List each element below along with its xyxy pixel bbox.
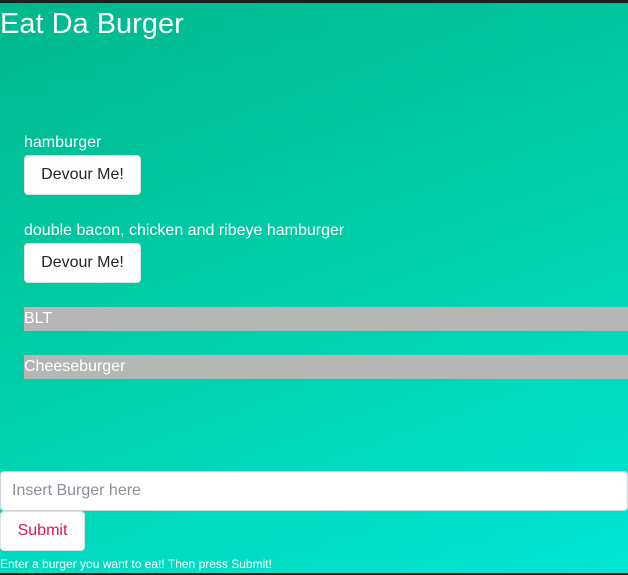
burger-list-item: double bacon, chicken and ribeye hamburg… [24,221,344,283]
burger-name: hamburger [24,134,102,151]
help-text: Enter a burger you want to eat! Then pre… [0,557,272,571]
devour-button[interactable]: Devour Me! [24,243,141,283]
burger-name: double bacon, chicken and ribeye hamburg… [24,222,345,239]
submit-button[interactable]: Submit [0,511,85,551]
page-title: Eat Da Burger [0,8,184,40]
page-background: Eat Da Burger hamburger Devour Me! doubl… [0,3,628,573]
devoured-burger-item: Cheeseburger [24,355,628,379]
burger-list-item: hamburger Devour Me! [24,133,141,195]
devoured-burger-item: BLT [24,307,628,331]
burger-name-input[interactable] [0,471,628,511]
devour-button[interactable]: Devour Me! [24,155,141,195]
